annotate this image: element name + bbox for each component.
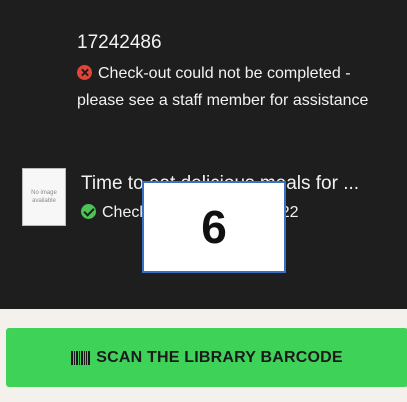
checkout-item-failed: 17242486 Check-out could not be complete… xyxy=(77,30,392,114)
book-cover-placeholder: No image available xyxy=(22,168,66,226)
scan-library-barcode-button[interactable]: SCAN THE LIBRARY BARCODE xyxy=(6,328,407,387)
barcode-icon xyxy=(71,350,91,365)
error-circle-icon xyxy=(77,65,92,80)
error-status-text: Check-out could not be completed - pleas… xyxy=(77,65,369,109)
checkout-results-panel: 17242486 Check-out could not be complete… xyxy=(0,0,407,309)
item-barcode-id: 17242486 xyxy=(77,32,162,53)
checkout-error-message: Check-out could not be completed - pleas… xyxy=(77,60,392,114)
check-circle-icon xyxy=(81,204,96,219)
scan-button-label: SCAN THE LIBRARY BARCODE xyxy=(96,348,343,366)
step-number-overlay: 6 xyxy=(142,181,286,273)
